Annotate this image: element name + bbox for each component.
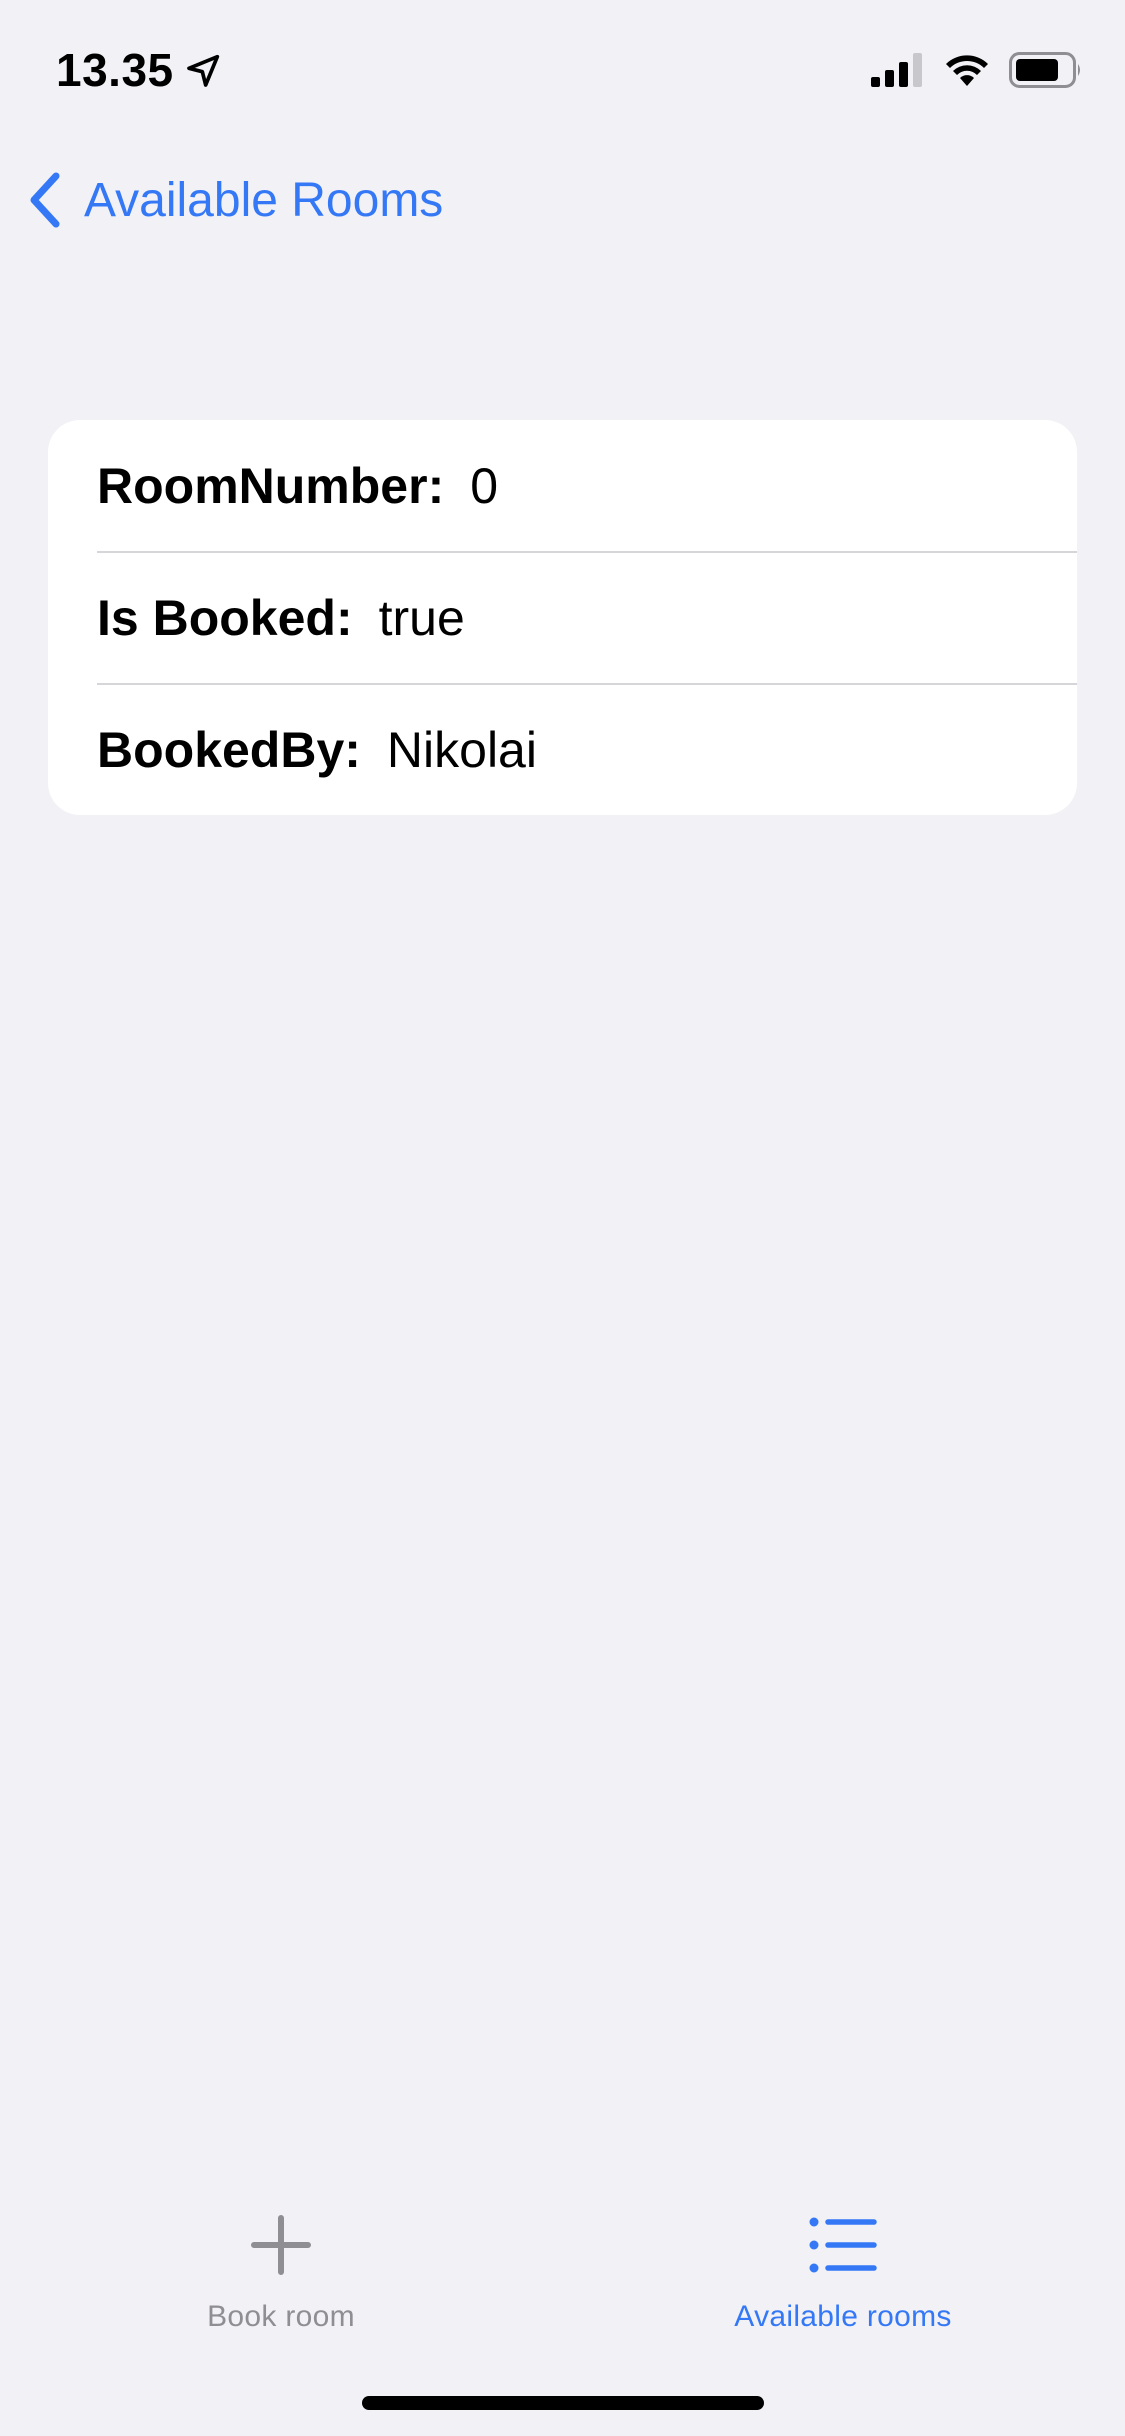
navigation-bar: Available Rooms bbox=[0, 160, 1125, 240]
back-button-label: Available Rooms bbox=[84, 173, 444, 227]
booked-by-row: BookedBy: Nikolai bbox=[97, 684, 1077, 815]
cellular-signal-icon bbox=[871, 53, 922, 87]
room-number-label: RoomNumber: bbox=[97, 457, 445, 514]
back-button[interactable]: Available Rooms bbox=[24, 168, 443, 232]
wifi-icon bbox=[946, 55, 988, 86]
tab-book-room-label: Book room bbox=[207, 2300, 355, 2333]
tab-bar: Book room Available rooms bbox=[0, 2180, 1125, 2360]
home-indicator[interactable] bbox=[362, 2396, 764, 2410]
status-indicators bbox=[871, 46, 1083, 94]
is-booked-row: Is Booked: true bbox=[97, 552, 1077, 683]
status-bar: 13.35 bbox=[0, 0, 1125, 140]
is-booked-label: Is Booked: bbox=[97, 589, 353, 646]
app-screen: 13.35 Available Rooms RoomNumber: 0 Is B… bbox=[0, 0, 1125, 2436]
tab-available-rooms[interactable]: Available rooms bbox=[643, 2180, 1043, 2340]
booked-by-value: Nikolai bbox=[386, 721, 537, 778]
booked-by-label: BookedBy: bbox=[97, 721, 361, 778]
tab-book-room[interactable]: Book room bbox=[81, 2180, 481, 2340]
location-arrow-icon bbox=[186, 54, 219, 87]
list-icon bbox=[809, 2217, 877, 2273]
plus-icon bbox=[251, 2215, 311, 2275]
battery-icon bbox=[1009, 52, 1080, 88]
status-time-group: 13.35 bbox=[56, 40, 224, 100]
room-number-value: 0 bbox=[470, 457, 499, 514]
room-details-card: RoomNumber: 0 Is Booked: true BookedBy: … bbox=[48, 420, 1077, 815]
tab-available-rooms-label: Available rooms bbox=[734, 2300, 952, 2333]
is-booked-value: true bbox=[378, 589, 465, 646]
status-time: 13.35 bbox=[56, 44, 174, 96]
chevron-left-icon bbox=[30, 172, 60, 228]
room-number-row: RoomNumber: 0 bbox=[97, 420, 1077, 551]
